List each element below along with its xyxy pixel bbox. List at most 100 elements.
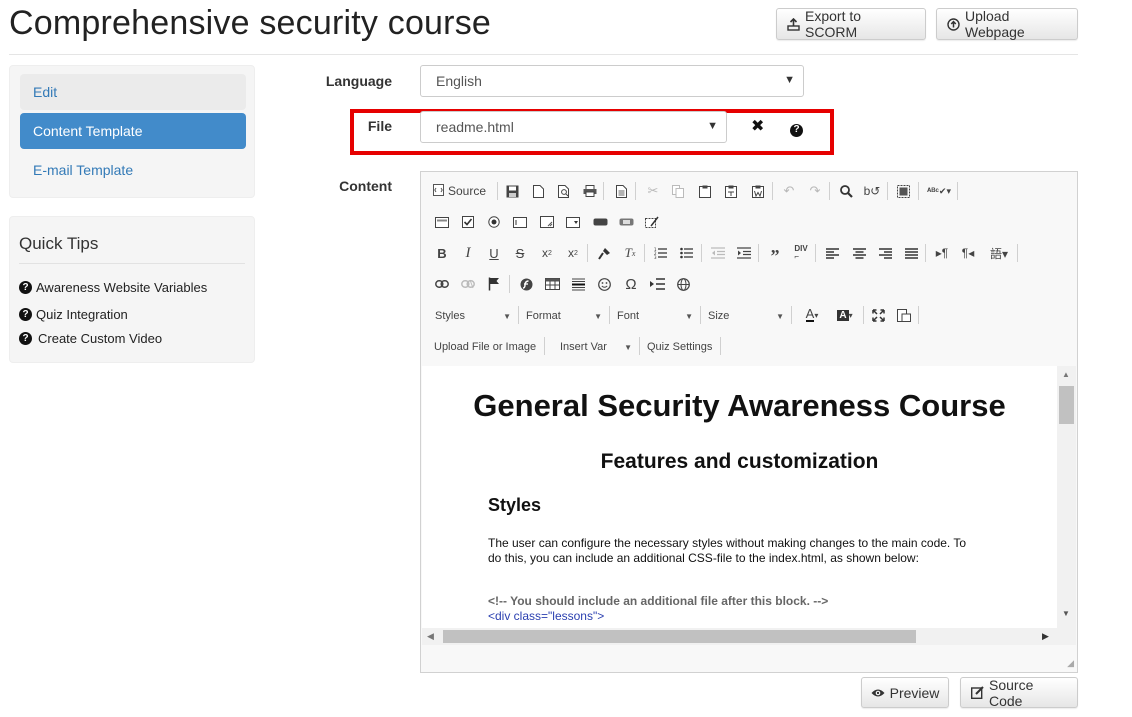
language-direction-icon[interactable]: 語▾ xyxy=(985,243,1013,263)
image-button-icon[interactable] xyxy=(615,212,637,232)
paste-word-icon[interactable] xyxy=(747,181,769,201)
show-blocks-icon[interactable] xyxy=(893,305,915,325)
source-code-button[interactable]: Source Code xyxy=(960,677,1078,709)
vertical-scroll-thumb[interactable] xyxy=(1059,386,1074,424)
text-color-icon[interactable]: A ▾ xyxy=(798,305,826,325)
link-icon[interactable] xyxy=(431,274,453,294)
preview-button[interactable]: Preview xyxy=(861,677,949,708)
italic-icon[interactable]: I xyxy=(457,243,479,263)
indent-icon[interactable] xyxy=(733,243,755,263)
select-all-icon[interactable] xyxy=(892,181,914,201)
insert-var-combo[interactable]: Insert Var ▼ xyxy=(560,337,632,357)
page-break-icon[interactable] xyxy=(646,274,668,294)
replace-icon[interactable]: b↺ xyxy=(861,181,883,201)
scroll-down-icon[interactable]: ▼ xyxy=(1062,609,1070,618)
quiz-settings-button[interactable]: Quiz Settings xyxy=(647,337,717,357)
unlink-icon[interactable] xyxy=(457,274,479,294)
select-field-icon[interactable] xyxy=(562,212,584,232)
file-select[interactable]: readme.html ▼ xyxy=(420,111,727,143)
undo-icon[interactable]: ↶ xyxy=(778,181,800,201)
redo-icon[interactable]: ↷ xyxy=(804,181,826,201)
print-icon[interactable] xyxy=(579,181,601,201)
file-help-icon[interactable]: ? xyxy=(790,119,803,137)
scroll-right-icon[interactable]: ▶ xyxy=(1042,631,1049,642)
tip-custom-video[interactable]: ? Create Custom Video xyxy=(19,331,162,346)
justify-icon[interactable] xyxy=(900,243,922,263)
language-select[interactable]: English ▼ xyxy=(420,65,804,97)
source-icon xyxy=(433,183,444,199)
horizontal-line-icon[interactable] xyxy=(567,274,589,294)
format-combo[interactable]: Format ▼ xyxy=(526,306,602,326)
delete-file-icon[interactable]: ✖ xyxy=(751,116,764,136)
remove-format-icon[interactable]: Tx xyxy=(619,243,641,263)
sidebar-item-content-template[interactable]: Content Template xyxy=(20,113,246,149)
background-color-icon[interactable]: A ▾ xyxy=(831,305,859,325)
flash-icon[interactable] xyxy=(515,274,537,294)
save-icon[interactable] xyxy=(501,181,523,201)
bulleted-list-icon[interactable] xyxy=(676,243,698,263)
scroll-up-icon[interactable]: ▲ xyxy=(1062,370,1070,379)
find-icon[interactable] xyxy=(835,181,857,201)
horizontal-scroll-thumb[interactable] xyxy=(443,630,916,643)
smiley-icon[interactable] xyxy=(593,274,615,294)
superscript-icon[interactable]: x2 xyxy=(562,243,584,263)
sidebar-item-email-template[interactable]: E-mail Template xyxy=(20,152,246,188)
templates-icon[interactable] xyxy=(610,181,632,201)
styles-combo-label: Styles xyxy=(435,310,465,322)
styles-combo[interactable]: Styles ▼ xyxy=(435,306,511,326)
div-container-icon[interactable]: DIV ⌐ xyxy=(790,243,812,263)
cut-icon[interactable]: ✂ xyxy=(642,181,664,201)
special-char-omega-icon[interactable]: Ω xyxy=(620,274,642,294)
maximize-icon[interactable] xyxy=(867,305,889,325)
resize-handle-icon[interactable]: ◢ xyxy=(1067,658,1074,669)
hidden-field-icon[interactable] xyxy=(641,212,663,232)
anchor-flag-icon[interactable] xyxy=(483,274,505,294)
tip-label: Create Custom Video xyxy=(38,331,163,346)
bold-icon[interactable]: B xyxy=(431,243,453,263)
checkbox-icon[interactable] xyxy=(457,212,479,232)
horizontal-scrollbar[interactable]: ◀ ▶ xyxy=(422,628,1076,645)
paste-icon[interactable] xyxy=(694,181,716,201)
outdent-icon[interactable] xyxy=(707,243,729,263)
table-icon[interactable] xyxy=(541,274,563,294)
align-left-icon[interactable] xyxy=(821,243,843,263)
upload-webpage-button[interactable]: Upload Webpage xyxy=(936,8,1078,40)
export-scorm-button[interactable]: Export to SCORM xyxy=(776,8,926,40)
new-page-icon[interactable] xyxy=(527,181,549,201)
button-icon[interactable] xyxy=(589,212,611,232)
upload-file-button[interactable]: Upload File or Image xyxy=(434,337,541,357)
blockquote-icon[interactable]: ” xyxy=(764,243,786,266)
underline-icon[interactable]: U xyxy=(483,243,505,263)
source-button[interactable]: Source xyxy=(433,181,493,201)
preview-page-icon[interactable] xyxy=(553,181,575,201)
text-field-icon[interactable] xyxy=(509,212,531,232)
copy-format-icon[interactable] xyxy=(593,243,615,263)
tip-quiz-integration[interactable]: ? Quiz Integration xyxy=(19,307,128,322)
spellcheck-icon[interactable]: ᴬᴮᶜ✔▾ xyxy=(924,181,954,201)
vertical-scrollbar[interactable]: ▲ ▼ xyxy=(1057,366,1076,628)
strikethrough-icon[interactable]: S xyxy=(509,243,531,263)
editor-content-area[interactable]: General Security Awareness Course Featur… xyxy=(422,366,1057,628)
text-direction-rtl-icon[interactable]: ¶◂ xyxy=(957,243,979,263)
subscript-icon[interactable]: x2 xyxy=(536,243,558,263)
tip-awareness-variables[interactable]: ? Awareness Website Variables xyxy=(19,280,207,295)
form-icon[interactable] xyxy=(431,212,453,232)
size-combo[interactable]: Size ▼ xyxy=(708,306,784,326)
iframe-globe-icon[interactable] xyxy=(672,274,694,294)
sidebar-nav: Edit Content Template E-mail Template xyxy=(9,65,255,198)
toolbar-row-1: Source ✂ ↶ ↷ b↺ ᴬᴮᶜ✔▾ xyxy=(421,175,1077,206)
align-center-icon[interactable] xyxy=(848,243,870,263)
text-direction-ltr-icon[interactable]: ▸¶ xyxy=(931,243,953,263)
align-right-icon[interactable] xyxy=(874,243,896,263)
question-icon: ? xyxy=(19,281,32,294)
quick-tips-divider xyxy=(19,263,245,264)
paste-text-icon[interactable] xyxy=(720,181,742,201)
numbered-list-icon[interactable]: 123 xyxy=(650,243,672,263)
sidebar-item-edit[interactable]: Edit xyxy=(20,74,246,110)
copy-icon[interactable] xyxy=(667,181,689,201)
tip-label: Quiz Integration xyxy=(36,307,128,322)
font-combo[interactable]: Font ▼ xyxy=(617,306,693,326)
scroll-left-icon[interactable]: ◀ xyxy=(427,631,434,642)
textarea-icon[interactable] xyxy=(536,212,558,232)
radio-icon[interactable] xyxy=(483,212,505,232)
